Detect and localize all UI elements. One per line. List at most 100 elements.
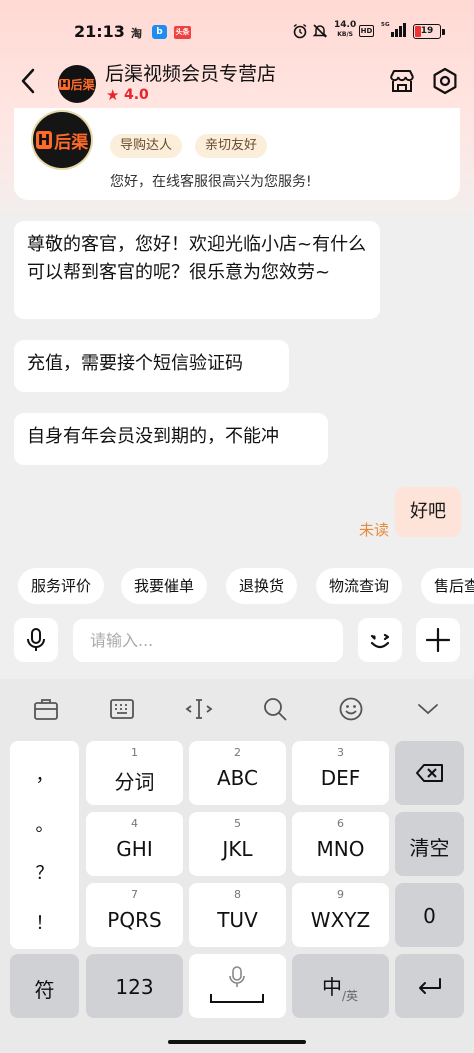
key-7[interactable]: 7 PQRS: [86, 883, 183, 947]
search-icon: [264, 698, 287, 721]
mic-icon: [27, 628, 45, 651]
briefcase-icon: [34, 699, 58, 720]
key-label: 分词: [114, 770, 155, 794]
key-label: TUV: [217, 908, 258, 932]
net-speed: 14.0 KB/S: [334, 21, 356, 39]
key-label: GHI: [116, 837, 153, 861]
key-number: 3: [337, 746, 344, 759]
plus-icon: [425, 627, 451, 653]
quick-reply-bar[interactable]: 服务评价 我要催单 退换货 物流查询 售后查询: [0, 568, 474, 605]
key-number: 8: [234, 888, 241, 901]
shop-rating: 4.0: [124, 87, 149, 103]
backspace-key[interactable]: [395, 741, 464, 805]
emoji-button[interactable]: [358, 618, 402, 662]
agent-avatar[interactable]: H 后渠: [31, 110, 93, 170]
key-9[interactable]: 9 WXYZ: [292, 883, 389, 947]
message-bubble-shop[interactable]: 自身有年会员没到期的，不能冲: [14, 413, 328, 465]
toutiao-notification-icon: 头条: [174, 26, 191, 39]
key-3[interactable]: 3 DEF: [292, 741, 389, 805]
agent-greeting: 您好，在线客服很高兴为您服务!: [110, 174, 312, 190]
keyboard: ， 。 ？ ！ 1 分词 2 ABC 3 DEF 4 GHI 5 JKL 6 M…: [0, 679, 474, 1053]
enter-key[interactable]: [395, 954, 464, 1018]
zero-key[interactable]: 0: [395, 883, 464, 947]
kb-collapse-button[interactable]: [413, 694, 443, 724]
key-label: 中: [322, 975, 342, 999]
key-label: MNO: [316, 837, 365, 861]
key-label: 0: [423, 904, 436, 928]
key-8[interactable]: 8 TUV: [189, 883, 286, 947]
kb-search-button[interactable]: [260, 694, 290, 724]
symbol-column[interactable]: ， 。 ？ ！: [10, 741, 79, 949]
smiley-icon: [339, 697, 363, 721]
kb-layout-button[interactable]: [107, 694, 137, 724]
key-number: 1: [131, 746, 138, 759]
kb-cursor-button[interactable]: [184, 694, 214, 724]
shop-name[interactable]: 后渠视频会员专营店: [105, 59, 276, 86]
key-label: PQRS: [107, 908, 162, 932]
key-label: 清空: [409, 836, 450, 860]
key-label: WXYZ: [310, 908, 371, 932]
space-bar-icon: [210, 994, 264, 1003]
key-4[interactable]: 4 GHI: [86, 812, 183, 876]
battery-icon: 19: [413, 24, 441, 39]
hexagon-settings-icon: [433, 67, 457, 95]
net-speed-unit: KB/S: [337, 31, 353, 38]
battery-level: 19: [420, 26, 434, 36]
status-bar: 21:13 淘 b 头条 14.0 KB/S HD ⁵ᴳ 19: [0, 0, 474, 42]
kb-toolbox-button[interactable]: [31, 694, 61, 724]
message-bubble-shop[interactable]: 尊敬的客官，您好！欢迎光临小店~有什么可以帮到客官的呢？很乐意为您效劳~: [14, 221, 380, 319]
shop-logo-h: H: [59, 78, 70, 90]
star-icon: ★: [106, 86, 120, 104]
key-5[interactable]: 5 JKL: [189, 812, 286, 876]
wink-emoji-icon: [370, 633, 390, 649]
shop-logo-text: 后渠: [70, 77, 95, 92]
bilibili-notification-icon: b: [152, 25, 167, 39]
agent-card: H 后渠 导购达人 亲切友好 您好，在线客服很高兴为您服务!: [14, 108, 460, 200]
voice-input-button[interactable]: [14, 618, 58, 662]
key-label: ABC: [216, 766, 258, 790]
back-button[interactable]: [18, 66, 38, 102]
quick-reply-chip[interactable]: 退换货: [226, 568, 298, 604]
key-1[interactable]: 1 分词: [86, 741, 183, 805]
message-bubble-shop[interactable]: 充值，需要接个短信验证码: [14, 340, 289, 392]
key-2[interactable]: 2 ABC: [189, 741, 286, 805]
more-button[interactable]: [416, 618, 460, 662]
mic-icon: [229, 966, 245, 987]
settings-button[interactable]: [430, 66, 460, 96]
home-indicator[interactable]: [168, 1040, 306, 1044]
agent-tag: 亲切友好: [195, 134, 268, 158]
taobao-notification-icon: 淘: [131, 27, 142, 40]
key-6[interactable]: 6 MNO: [292, 812, 389, 876]
key-number: 7: [131, 888, 138, 901]
cursor-icon: [185, 699, 213, 719]
unread-status: 未读: [359, 521, 390, 539]
symbol-switch-key[interactable]: 符: [10, 954, 79, 1018]
key-label: JKL: [222, 837, 253, 861]
quick-reply-chip[interactable]: 售后查询: [421, 568, 474, 604]
status-time: 21:13: [74, 22, 125, 41]
shop-logo[interactable]: H 后渠: [58, 65, 96, 103]
symbol-key[interactable]: 。: [10, 811, 79, 837]
keyboard-icon: [110, 699, 134, 719]
store-button[interactable]: [387, 66, 417, 96]
hd-icon: HD: [359, 25, 374, 37]
signal-bars-icon: [391, 23, 406, 37]
message-input[interactable]: 请输入...: [73, 619, 343, 662]
store-icon: [390, 70, 414, 92]
kb-emoji-button[interactable]: [336, 694, 366, 724]
number-switch-key[interactable]: 123: [86, 954, 183, 1018]
message-bubble-mine[interactable]: 好吧: [395, 487, 461, 537]
quick-reply-chip[interactable]: 我要催单: [121, 568, 208, 604]
space-key[interactable]: [189, 954, 286, 1018]
net-speed-value: 14.0: [334, 20, 357, 30]
language-switch-key[interactable]: 中 /英: [292, 954, 389, 1018]
agent-avatar-text: 后渠: [54, 132, 89, 153]
clear-key[interactable]: 清空: [395, 812, 464, 876]
key-number: 4: [131, 817, 138, 830]
quick-reply-chip[interactable]: 物流查询: [316, 568, 403, 604]
agent-avatar-h: H: [35, 131, 53, 149]
quick-reply-chip[interactable]: 服务评价: [18, 568, 105, 604]
symbol-key[interactable]: ，: [10, 761, 79, 787]
symbol-key[interactable]: ！: [10, 909, 79, 935]
symbol-key[interactable]: ？: [10, 859, 79, 885]
